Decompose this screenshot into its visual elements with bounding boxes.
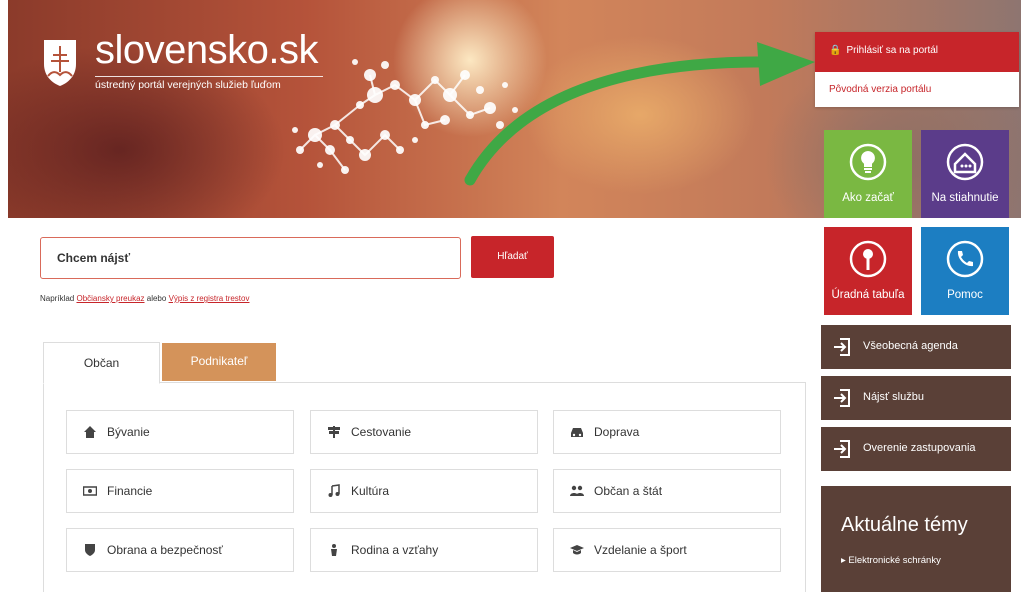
category-label: Cestovanie (351, 425, 412, 439)
category-label: Vzdelanie a šport (594, 543, 687, 557)
login-box: 🔒 Prihlásiť sa na portál Pôvodná verzia p… (815, 32, 1019, 107)
example-link-vypis-z-registra[interactable]: Výpis z registra trestov (169, 294, 250, 303)
login-arrow-icon (834, 389, 850, 407)
page: slovensko.sk ústredný portál verejných s… (0, 0, 1021, 592)
lightbulb-icon (849, 143, 887, 181)
category-obrana-a-bezpecnost[interactable]: Obrana a bezpečnosť (66, 528, 294, 572)
search-button[interactable]: Hľadať (471, 236, 554, 278)
side-button-label: Overenie zastupovania (863, 442, 976, 454)
category-label: Občan a štát (594, 484, 663, 498)
side-button-label: Nájsť službu (863, 391, 924, 403)
login-arrow-icon (834, 338, 850, 356)
logo-subtitle: ústredný portál verejných služieb ľuďom (95, 79, 281, 91)
search-input[interactable]: Chcem nájsť (40, 237, 461, 279)
category-obcan-a-stat[interactable]: Občan a štát (553, 469, 781, 513)
example-link-obciansky-preukaz[interactable]: Občiansky preukaz (76, 294, 144, 303)
pin-icon (849, 240, 887, 278)
category-label: Bývanie (107, 425, 150, 439)
tile-uradna-tabula[interactable]: Úradná tabuľa (824, 227, 912, 315)
old-version-link[interactable]: Pôvodná verzia portálu (829, 84, 931, 95)
phone-icon (946, 240, 984, 278)
category-rodina-a-vztahy[interactable]: Rodina a vzťahy (310, 528, 538, 572)
shield-icon (85, 544, 95, 556)
category-label: Obrana a bezpečnosť (107, 543, 223, 557)
family-icon (331, 544, 337, 556)
signpost-icon (328, 426, 340, 438)
category-vzdelanie-a-sport[interactable]: Vzdelanie a šport (553, 528, 781, 572)
graduation-cap-icon (570, 545, 584, 555)
topics-title: Aktuálne témy (841, 514, 968, 536)
side-button-overenie-zastupovania[interactable]: Overenie zastupovania (821, 427, 1011, 471)
login-button[interactable]: 🔒 Prihlásiť sa na portál (815, 32, 1019, 72)
category-label: Kultúra (351, 484, 390, 498)
tile-label: Ako začať (842, 192, 894, 204)
category-cestovanie[interactable]: Cestovanie (310, 410, 538, 454)
tile-ako-zacat[interactable]: Ako začať (824, 130, 912, 218)
download-house-icon (946, 143, 984, 181)
tab-obcan[interactable]: Občan (43, 342, 160, 384)
tab-podnikatel[interactable]: Podnikateľ (162, 343, 276, 381)
login-arrow-icon (834, 440, 850, 458)
money-icon (83, 486, 97, 496)
topic-item[interactable]: ▸ Elektronické schránky (841, 555, 941, 566)
category-kultura[interactable]: Kultúra (310, 469, 538, 513)
category-label: Doprava (594, 425, 640, 439)
tile-na-stiahnutie[interactable]: Na stiahnutie (921, 130, 1009, 218)
home-icon (84, 426, 96, 438)
category-doprava[interactable]: Doprava (553, 410, 781, 454)
music-icon (328, 484, 340, 497)
side-button-label: Všeobecná agenda (863, 340, 958, 352)
category-byvanie[interactable]: Bývanie (66, 410, 294, 454)
login-label: Prihlásiť sa na portál (846, 45, 939, 56)
category-label: Financie (107, 484, 153, 498)
coat-of-arms-icon[interactable] (42, 38, 78, 88)
side-button-vseobecna-agenda[interactable]: Všeobecná agenda (821, 325, 1011, 369)
tile-pomoc[interactable]: Pomoc (921, 227, 1009, 315)
people-icon (570, 485, 584, 496)
car-icon (571, 428, 583, 437)
search-placeholder: Chcem nájsť (57, 251, 131, 265)
search-example: Napríklad Občiansky preukaz alebo Výpis … (40, 294, 250, 303)
lock-icon: 🔒 (829, 45, 842, 56)
current-topics-panel: Aktuálne témy ▸ Elektronické schránky (821, 486, 1011, 592)
tile-label: Na stiahnutie (931, 192, 999, 204)
side-button-najst-sluzbu[interactable]: Nájsť službu (821, 376, 1011, 420)
tile-label: Úradná tabuľa (831, 289, 905, 301)
green-arrow-icon (464, 42, 815, 186)
category-financie[interactable]: Financie (66, 469, 294, 513)
tile-label: Pomoc (947, 289, 983, 301)
category-label: Rodina a vzťahy (351, 543, 439, 557)
